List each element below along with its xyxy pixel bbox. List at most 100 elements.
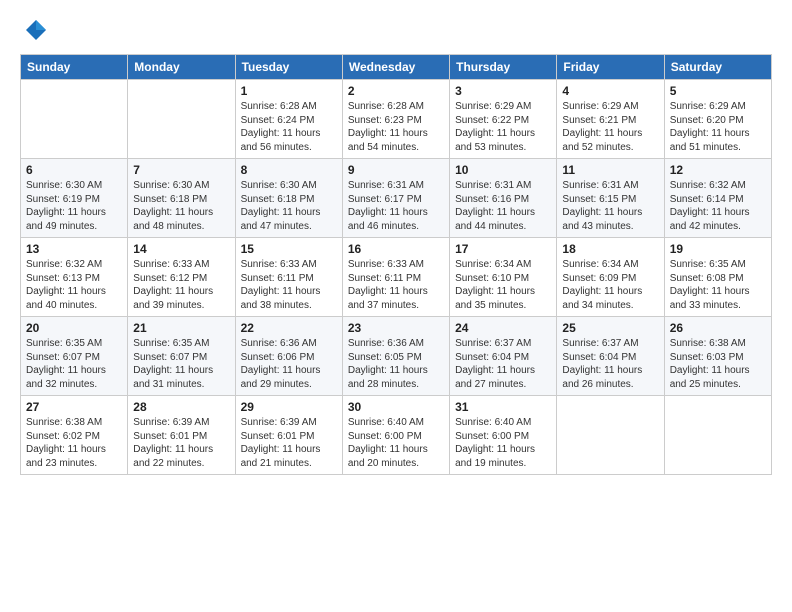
calendar-cell: 6 Sunrise: 6:30 AM Sunset: 6:19 PM Daylig… — [21, 159, 128, 238]
day-number: 20 — [26, 321, 122, 335]
calendar-cell: 20 Sunrise: 6:35 AM Sunset: 6:07 PM Dayli… — [21, 317, 128, 396]
day-number: 30 — [348, 400, 444, 414]
day-info: Sunrise: 6:40 AM Sunset: 6:00 PM Dayligh… — [348, 416, 444, 470]
day-number: 12 — [670, 163, 766, 177]
col-header-saturday: Saturday — [664, 55, 771, 80]
day-info: Sunrise: 6:35 AM Sunset: 6:08 PM Dayligh… — [670, 258, 766, 312]
day-number: 19 — [670, 242, 766, 256]
day-info: Sunrise: 6:29 AM Sunset: 6:20 PM Dayligh… — [670, 100, 766, 154]
day-info: Sunrise: 6:34 AM Sunset: 6:10 PM Dayligh… — [455, 258, 551, 312]
calendar-cell: 11Sunrise: 6:31 AM Sunset: 6:15 PM Dayli… — [557, 159, 664, 238]
day-info: Sunrise: 6:30 AM Sunset: 6:18 PM Dayligh… — [241, 179, 337, 233]
day-info: Sunrise: 6:33 AM Sunset: 6:11 PM Dayligh… — [348, 258, 444, 312]
day-info: Sunrise: 6:38 AM Sunset: 6:02 PM Dayligh… — [26, 416, 122, 470]
calendar-cell: 7 Sunrise: 6:30 AM Sunset: 6:18 PM Daylig… — [128, 159, 235, 238]
day-number: 29 — [241, 400, 337, 414]
calendar-cell: 18 Sunrise: 6:34 AM Sunset: 6:09 PM Dayli… — [557, 238, 664, 317]
day-number: 31 — [455, 400, 551, 414]
day-info: Sunrise: 6:32 AM Sunset: 6:13 PM Dayligh… — [26, 258, 122, 312]
calendar-cell: 12 Sunrise: 6:32 AM Sunset: 6:14 PM Dayli… — [664, 159, 771, 238]
calendar-cell: 28 Sunrise: 6:39 AM Sunset: 6:01 PM Dayli… — [128, 396, 235, 475]
day-number: 1 — [241, 84, 337, 98]
day-info: Sunrise: 6:37 AM Sunset: 6:04 PM Dayligh… — [562, 337, 658, 391]
calendar-cell: 9 Sunrise: 6:31 AM Sunset: 6:17 PM Daylig… — [342, 159, 449, 238]
day-info: Sunrise: 6:28 AM Sunset: 6:23 PM Dayligh… — [348, 100, 444, 154]
calendar-cell: 27 Sunrise: 6:38 AM Sunset: 6:02 PM Dayli… — [21, 396, 128, 475]
calendar-cell: 5 Sunrise: 6:29 AM Sunset: 6:20 PM Daylig… — [664, 80, 771, 159]
calendar-cell: 3 Sunrise: 6:29 AM Sunset: 6:22 PM Daylig… — [450, 80, 557, 159]
day-number: 13 — [26, 242, 122, 256]
day-number: 3 — [455, 84, 551, 98]
day-number: 27 — [26, 400, 122, 414]
day-info: Sunrise: 6:31 AM Sunset: 6:17 PM Dayligh… — [348, 179, 444, 233]
day-info: Sunrise: 6:36 AM Sunset: 6:05 PM Dayligh… — [348, 337, 444, 391]
day-info: Sunrise: 6:34 AM Sunset: 6:09 PM Dayligh… — [562, 258, 658, 312]
header — [20, 16, 772, 44]
calendar: SundayMondayTuesdayWednesdayThursdayFrid… — [20, 54, 772, 475]
day-number: 26 — [670, 321, 766, 335]
calendar-cell: 25 Sunrise: 6:37 AM Sunset: 6:04 PM Dayli… — [557, 317, 664, 396]
calendar-cell — [557, 396, 664, 475]
day-number: 17 — [455, 242, 551, 256]
day-info: Sunrise: 6:33 AM Sunset: 6:11 PM Dayligh… — [241, 258, 337, 312]
calendar-cell: 2 Sunrise: 6:28 AM Sunset: 6:23 PM Daylig… — [342, 80, 449, 159]
logo-icon — [20, 16, 48, 44]
day-number: 9 — [348, 163, 444, 177]
calendar-cell: 10Sunrise: 6:31 AM Sunset: 6:16 PM Dayli… — [450, 159, 557, 238]
day-info: Sunrise: 6:40 AM Sunset: 6:00 PM Dayligh… — [455, 416, 551, 470]
day-number: 16 — [348, 242, 444, 256]
day-info: Sunrise: 6:37 AM Sunset: 6:04 PM Dayligh… — [455, 337, 551, 391]
col-header-wednesday: Wednesday — [342, 55, 449, 80]
calendar-cell — [21, 80, 128, 159]
calendar-cell: 4 Sunrise: 6:29 AM Sunset: 6:21 PM Daylig… — [557, 80, 664, 159]
calendar-cell: 15 Sunrise: 6:33 AM Sunset: 6:11 PM Dayli… — [235, 238, 342, 317]
day-info: Sunrise: 6:38 AM Sunset: 6:03 PM Dayligh… — [670, 337, 766, 391]
day-number: 4 — [562, 84, 658, 98]
col-header-sunday: Sunday — [21, 55, 128, 80]
logo — [20, 16, 52, 44]
calendar-cell: 21 Sunrise: 6:35 AM Sunset: 6:07 PM Dayli… — [128, 317, 235, 396]
day-info: Sunrise: 6:35 AM Sunset: 6:07 PM Dayligh… — [133, 337, 229, 391]
day-number: 15 — [241, 242, 337, 256]
day-info: Sunrise: 6:30 AM Sunset: 6:18 PM Dayligh… — [133, 179, 229, 233]
day-number: 14 — [133, 242, 229, 256]
calendar-cell: 22Sunrise: 6:36 AM Sunset: 6:06 PM Dayli… — [235, 317, 342, 396]
calendar-cell: 26 Sunrise: 6:38 AM Sunset: 6:03 PM Dayli… — [664, 317, 771, 396]
day-number: 18 — [562, 242, 658, 256]
day-number: 28 — [133, 400, 229, 414]
day-number: 24 — [455, 321, 551, 335]
day-info: Sunrise: 6:36 AM Sunset: 6:06 PM Dayligh… — [241, 337, 337, 391]
calendar-cell: 23 Sunrise: 6:36 AM Sunset: 6:05 PM Dayli… — [342, 317, 449, 396]
col-header-friday: Friday — [557, 55, 664, 80]
calendar-cell — [128, 80, 235, 159]
day-number: 2 — [348, 84, 444, 98]
day-info: Sunrise: 6:30 AM Sunset: 6:19 PM Dayligh… — [26, 179, 122, 233]
day-number: 25 — [562, 321, 658, 335]
calendar-cell: 17 Sunrise: 6:34 AM Sunset: 6:10 PM Dayli… — [450, 238, 557, 317]
calendar-cell: 13 Sunrise: 6:32 AM Sunset: 6:13 PM Dayli… — [21, 238, 128, 317]
calendar-cell: 1 Sunrise: 6:28 AM Sunset: 6:24 PM Daylig… — [235, 80, 342, 159]
calendar-cell: 24 Sunrise: 6:37 AM Sunset: 6:04 PM Dayli… — [450, 317, 557, 396]
calendar-cell: 14 Sunrise: 6:33 AM Sunset: 6:12 PM Dayli… — [128, 238, 235, 317]
day-info: Sunrise: 6:29 AM Sunset: 6:22 PM Dayligh… — [455, 100, 551, 154]
day-info: Sunrise: 6:39 AM Sunset: 6:01 PM Dayligh… — [133, 416, 229, 470]
calendar-cell — [664, 396, 771, 475]
col-header-monday: Monday — [128, 55, 235, 80]
day-number: 7 — [133, 163, 229, 177]
day-number: 21 — [133, 321, 229, 335]
page: SundayMondayTuesdayWednesdayThursdayFrid… — [0, 0, 792, 612]
day-info: Sunrise: 6:35 AM Sunset: 6:07 PM Dayligh… — [26, 337, 122, 391]
calendar-cell: 30 Sunrise: 6:40 AM Sunset: 6:00 PM Dayli… — [342, 396, 449, 475]
calendar-cell: 19 Sunrise: 6:35 AM Sunset: 6:08 PM Dayli… — [664, 238, 771, 317]
col-header-thursday: Thursday — [450, 55, 557, 80]
day-info: Sunrise: 6:32 AM Sunset: 6:14 PM Dayligh… — [670, 179, 766, 233]
day-number: 23 — [348, 321, 444, 335]
day-info: Sunrise: 6:33 AM Sunset: 6:12 PM Dayligh… — [133, 258, 229, 312]
calendar-cell: 8 Sunrise: 6:30 AM Sunset: 6:18 PM Daylig… — [235, 159, 342, 238]
day-info: Sunrise: 6:28 AM Sunset: 6:24 PM Dayligh… — [241, 100, 337, 154]
day-number: 5 — [670, 84, 766, 98]
day-number: 8 — [241, 163, 337, 177]
day-number: 10 — [455, 163, 551, 177]
day-number: 6 — [26, 163, 122, 177]
day-info: Sunrise: 6:29 AM Sunset: 6:21 PM Dayligh… — [562, 100, 658, 154]
